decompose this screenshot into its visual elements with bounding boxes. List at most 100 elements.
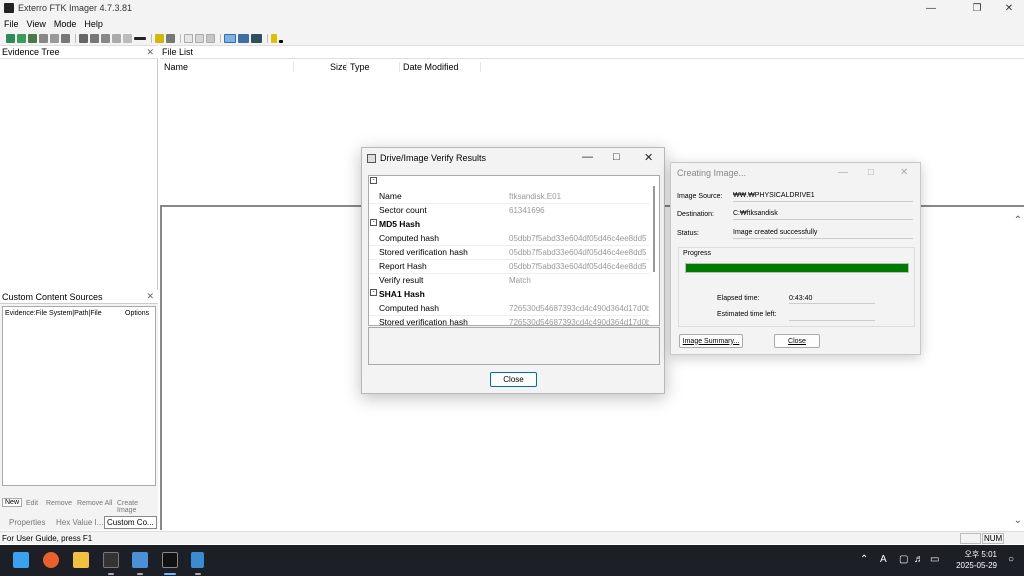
remove-button[interactable]: Remove	[46, 500, 72, 507]
maximize-icon: □	[868, 167, 875, 178]
num-lock-indicator: NUM	[982, 533, 1004, 544]
minimize-button[interactable]: —	[916, 0, 946, 16]
verify-results-dialog: Drive/Image Verify Results — □ ✕ - Name …	[361, 147, 665, 394]
chevron-down-icon[interactable]	[279, 39, 283, 43]
create-custom-image-icon[interactable]	[112, 33, 121, 43]
column-type[interactable]: Type	[350, 62, 370, 72]
row-key: Computed hash	[379, 233, 440, 243]
estimated-label: Estimated time left:	[717, 311, 777, 318]
menu-view[interactable]: View	[27, 19, 46, 29]
remove-evidence-icon[interactable]	[39, 33, 48, 43]
column-divider	[399, 62, 400, 72]
mem-capture-icon[interactable]	[134, 36, 146, 40]
remove-all-button[interactable]: Remove All	[77, 500, 112, 507]
notepad-icon[interactable]	[191, 552, 204, 568]
help-icon[interactable]	[271, 33, 277, 43]
custom-content-list[interactable]: Evidence:File System|Path|File Options	[2, 306, 156, 486]
file-explorer-icon[interactable]	[73, 552, 89, 568]
row-value: ftksandisk.E01	[509, 191, 562, 201]
photos-icon[interactable]	[132, 552, 148, 568]
destination-label: Destination:	[677, 211, 714, 218]
terminal-icon[interactable]	[103, 552, 119, 568]
system-clock[interactable]: 오후 5:01 2025-05-29	[955, 549, 997, 571]
running-indicator	[195, 573, 201, 575]
edit-button[interactable]: Edit	[26, 500, 38, 507]
maximize-button[interactable]: ❐	[962, 0, 992, 16]
export-logical-image-icon[interactable]	[90, 33, 99, 43]
toolbar-separator	[220, 33, 221, 43]
toolbar-separator	[75, 33, 76, 43]
maximize-icon[interactable]: □	[613, 151, 620, 163]
add-to-custom-icon[interactable]	[101, 33, 110, 43]
capture-memory-icon[interactable]	[166, 33, 175, 43]
creating-image-dialog: Creating Image... — □ ✕ Image Source: ₩₩…	[670, 162, 921, 355]
custom-content-title: Custom Content Sources	[2, 291, 103, 302]
result-row: Computed hash 726530d54687393cd4c490d364…	[369, 301, 649, 315]
remove-all-icon[interactable]	[50, 33, 59, 43]
ftk-imager-taskbar-icon[interactable]	[162, 552, 178, 568]
tab-hex-value[interactable]: Hex Value I...	[56, 518, 103, 527]
column-date-modified[interactable]: Date Modified	[403, 62, 459, 72]
create-disk-image-icon[interactable]	[61, 33, 70, 43]
row-key: Report Hash	[379, 261, 427, 271]
auto-view-icon[interactable]	[224, 33, 236, 43]
close-icon[interactable]: ✕	[146, 47, 154, 58]
export-files-icon[interactable]	[184, 33, 193, 43]
menu-mode[interactable]: Mode	[54, 19, 77, 29]
add-evidence-icon[interactable]	[6, 33, 15, 43]
toolbar-separator	[151, 33, 152, 43]
add-all-devices-icon[interactable]	[17, 33, 26, 43]
row-key: Computed hash	[379, 303, 440, 313]
chevron-up-icon[interactable]: ⌃	[860, 554, 868, 565]
creating-close-button[interactable]: Close	[774, 334, 820, 348]
md5-section-header: MD5 Hash	[369, 217, 649, 231]
text-view-icon[interactable]	[238, 33, 249, 43]
scroll-down-icon[interactable]: ⌄	[1014, 515, 1022, 526]
scroll-up-icon[interactable]: ⌃	[1014, 215, 1022, 226]
windows-start-icon[interactable]	[13, 552, 29, 568]
row-value: 05dbb7f5abd33e604df05d46c4ee8dd5	[509, 247, 647, 257]
results-scrollbar[interactable]	[653, 186, 655, 272]
menu-help[interactable]: Help	[84, 19, 103, 29]
tab-properties[interactable]: Properties	[9, 518, 45, 527]
status-label: Status:	[677, 230, 699, 237]
export-dir-icon[interactable]	[206, 33, 215, 43]
column-size[interactable]: Size	[330, 62, 348, 72]
battery-icon[interactable]: ▭	[930, 554, 939, 565]
hex-view-icon[interactable]	[251, 33, 262, 43]
create-image-button[interactable]: Create Image	[117, 500, 158, 514]
notification-icon[interactable]: ○	[1008, 554, 1014, 565]
dialog-icon	[367, 153, 376, 163]
estimated-value	[789, 311, 875, 321]
firefox-icon[interactable]	[43, 552, 59, 568]
export-hash-icon[interactable]	[195, 33, 204, 43]
close-icon[interactable]: ✕	[644, 151, 653, 164]
row-value: 726530d54687393cd4c490d364d17d0b	[509, 317, 649, 326]
destination-value: C:₩ftksandisk	[733, 210, 913, 220]
export-disk-image-icon[interactable]	[79, 33, 88, 43]
custom-content-header: Custom Content Sources ✕	[0, 290, 158, 304]
collapse-icon[interactable]: -	[370, 177, 377, 184]
image-summary-button[interactable]: Image Summary...	[679, 334, 743, 348]
close-icon[interactable]: ✕	[900, 167, 908, 178]
close-window-button[interactable]: ✕	[994, 0, 1024, 16]
network-icon[interactable]: ▢	[899, 554, 908, 565]
decrypt-icon[interactable]	[123, 33, 132, 43]
title-bar: Exterro FTK Imager 4.7.3.81 — ❐ ✕	[0, 0, 1024, 16]
input-language[interactable]: A	[880, 554, 887, 565]
close-icon[interactable]: ✕	[146, 291, 154, 302]
minimize-icon[interactable]: —	[582, 151, 593, 163]
section-title: SHA1 Hash	[379, 289, 425, 299]
column-divider	[480, 62, 481, 72]
menu-file[interactable]: File	[4, 19, 19, 29]
column-name[interactable]: Name	[164, 62, 188, 72]
volume-icon[interactable]: ♬	[914, 554, 924, 565]
file-list-title: File List	[162, 47, 194, 57]
tab-custom-content[interactable]: Custom Co...	[104, 515, 157, 529]
verify-drive-icon[interactable]	[155, 33, 164, 43]
verify-dialog-title: Drive/Image Verify Results	[380, 153, 487, 163]
new-button[interactable]: New	[2, 498, 23, 507]
verify-close-button[interactable]: Close	[490, 372, 537, 387]
image-mounting-icon[interactable]	[28, 33, 37, 43]
row-key: Stored verification hash	[379, 317, 468, 326]
